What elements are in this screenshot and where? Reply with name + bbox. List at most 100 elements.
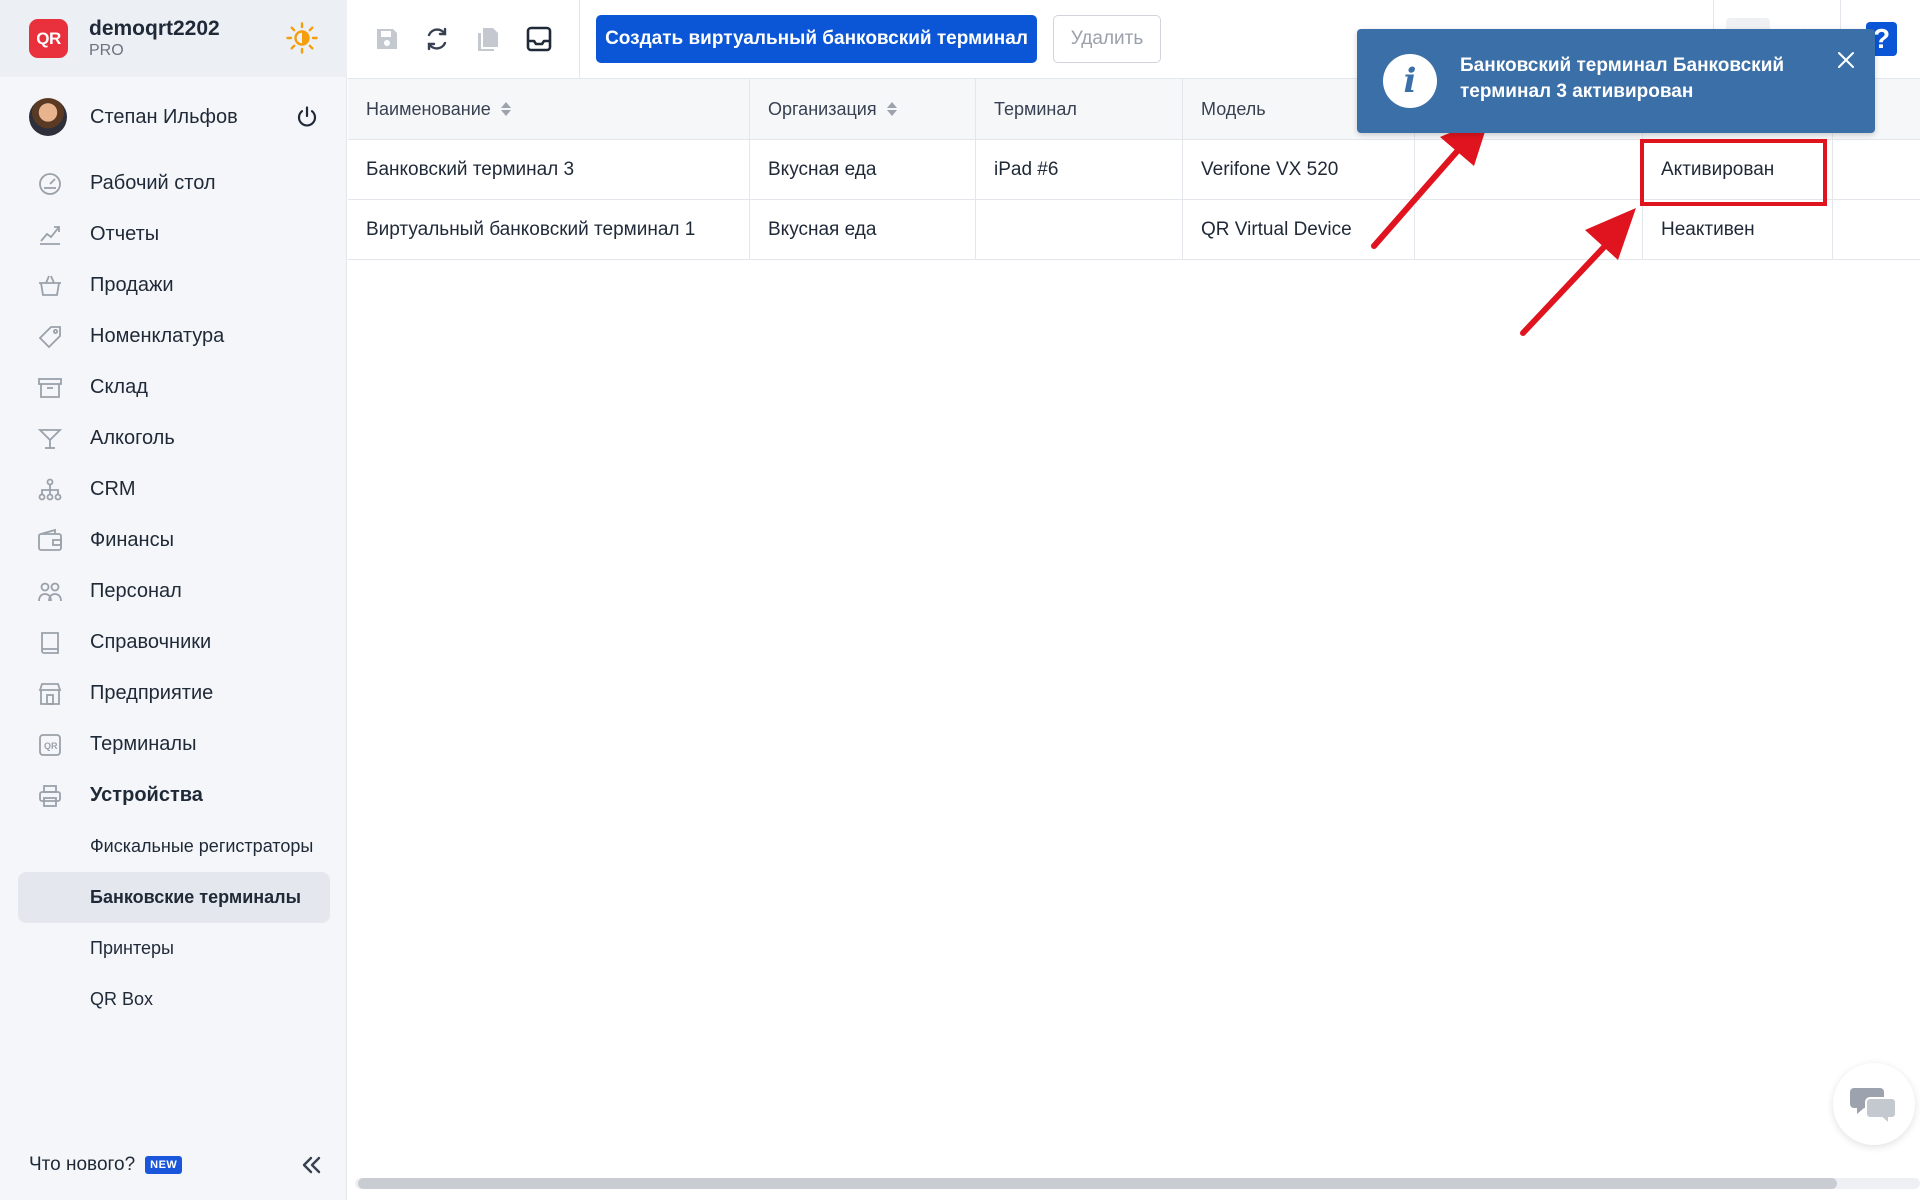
power-icon[interactable] [295, 105, 319, 129]
inbox-icon[interactable] [524, 24, 554, 54]
basket-icon [36, 272, 64, 300]
sidebar-item-label: CRM [90, 478, 136, 500]
account-name: demoqrt2202 [89, 16, 220, 40]
table-row[interactable]: Банковский терминал 3 Вкусная еда iPad #… [348, 140, 1920, 200]
save-icon[interactable] [372, 24, 402, 54]
whats-new-link[interactable]: Что нового? [29, 1154, 135, 1176]
printer-icon [36, 782, 64, 810]
qr-terminal-icon: QR [36, 731, 64, 759]
app-root: QR demoqrt2202 PRO Степан Ильфов Рабочий… [0, 0, 1920, 1200]
cell-name: Банковский терминал 3 [348, 140, 750, 199]
wallet-icon [36, 527, 64, 555]
sidebar-item-staff[interactable]: Персонал [18, 566, 330, 617]
user-name: Степан Ильфов [90, 105, 238, 128]
sidebar-item-label: Справочники [90, 631, 212, 653]
svg-text:QR: QR [44, 741, 58, 751]
table-row[interactable]: Виртуальный банковский терминал 1 Вкусна… [348, 200, 1920, 260]
sidebar-item-label: Продажи [90, 274, 174, 296]
create-virtual-terminal-button[interactable]: Создать виртуальный банковский терминал [596, 15, 1037, 63]
cell-name: Виртуальный банковский терминал 1 [348, 200, 750, 259]
app-logo[interactable]: QR [29, 19, 68, 58]
sidebar-item-enterprise[interactable]: Предприятие [18, 668, 330, 719]
people-icon [36, 578, 64, 606]
logo-text: QR [36, 28, 61, 48]
reports-icon [36, 221, 64, 249]
sidebar-subitem-label: QR Box [90, 989, 154, 1009]
sidebar-subitem-label: Банковские терминалы [90, 887, 301, 907]
refresh-icon[interactable] [422, 24, 452, 54]
hierarchy-icon [36, 476, 64, 504]
sidebar-subitem-label: Фискальные регистраторы [90, 836, 314, 856]
cell-empty [1833, 200, 1920, 259]
notification-toast: i Банковский терминал Банковский термина… [1357, 29, 1875, 133]
column-header-label: Организация [768, 98, 877, 119]
close-icon[interactable] [1835, 49, 1857, 71]
archive-icon [36, 374, 64, 402]
sidebar-item-label: Рабочий стол [90, 172, 216, 194]
cell-empty [1415, 140, 1643, 199]
column-header-terminal[interactable]: Терминал [976, 79, 1183, 139]
cocktail-icon [36, 425, 64, 453]
cell-empty [1415, 200, 1643, 259]
sidebar-item-devices[interactable]: Устройства [18, 770, 330, 821]
notification-text: Банковский терминал Банковский терминал … [1460, 55, 1785, 102]
sidebar-subitem-printers[interactable]: Принтеры [18, 923, 330, 974]
sidebar-subitem-label: Принтеры [90, 938, 174, 958]
toolbar-divider [579, 0, 580, 79]
column-header-label: Терминал [994, 98, 1077, 119]
scrollbar-thumb[interactable] [358, 1178, 1837, 1189]
avatar[interactable] [29, 98, 67, 136]
sidebar-item-alcohol[interactable]: Алкоголь [18, 413, 330, 464]
sun-icon[interactable] [286, 22, 318, 54]
sidebar: QR demoqrt2202 PRO Степан Ильфов Рабочий… [0, 0, 347, 1200]
column-header-label: Наименование [366, 98, 491, 119]
sort-icon[interactable] [886, 101, 897, 117]
sidebar-item-crm[interactable]: CRM [18, 464, 330, 515]
sidebar-item-directories[interactable]: Справочники [18, 617, 330, 668]
sidebar-item-label: Номенклатура [90, 325, 225, 347]
sidebar-item-warehouse[interactable]: Склад [18, 362, 330, 413]
sidebar-item-label: Склад [90, 376, 148, 398]
cell-organization: Вкусная еда [750, 200, 976, 259]
sidebar-item-label: Алкоголь [90, 427, 175, 449]
sidebar-item-terminals[interactable]: QR Терминалы [18, 719, 330, 770]
column-header-label: Модель [1201, 98, 1266, 119]
cell-empty [1833, 140, 1920, 199]
horizontal-scrollbar[interactable] [355, 1178, 1920, 1189]
sidebar-subitem-fiscal-registers[interactable]: Фискальные регистраторы [18, 821, 330, 872]
cell-model: QR Virtual Device [1183, 200, 1415, 259]
sidebar-item-finance[interactable]: Финансы [18, 515, 330, 566]
sort-icon[interactable] [500, 101, 511, 117]
cell-model: Verifone VX 520 [1183, 140, 1415, 199]
copy-icon[interactable] [473, 24, 503, 54]
sidebar-item-sales[interactable]: Продажи [18, 260, 330, 311]
delete-button[interactable]: Удалить [1053, 15, 1161, 63]
cell-terminal: iPad #6 [976, 140, 1183, 199]
account-plan: PRO [89, 41, 124, 59]
sidebar-item-label: Устройства [90, 784, 203, 806]
double-chevron-left-icon[interactable] [299, 1153, 323, 1177]
new-badge: NEW [145, 1156, 183, 1174]
cell-status: Активирован [1643, 140, 1833, 199]
sidebar-item-nomenclature[interactable]: Номенклатура [18, 311, 330, 362]
sidebar-menu: Рабочий стол Отчеты Продажи Номенклатура [18, 158, 330, 1025]
column-header-organization[interactable]: Организация [750, 79, 976, 139]
sidebar-footer: Что нового? NEW [29, 1150, 329, 1180]
sidebar-item-reports[interactable]: Отчеты [18, 209, 330, 260]
sidebar-item-label: Терминалы [90, 733, 197, 755]
column-header-name[interactable]: Наименование [348, 79, 750, 139]
sidebar-item-label: Предприятие [90, 682, 214, 704]
tag-icon [36, 323, 64, 351]
sidebar-item-label: Персонал [90, 580, 182, 602]
account-info[interactable]: demoqrt2202 PRO [89, 17, 220, 61]
user-profile[interactable]: Степан Ильфов [29, 98, 329, 136]
cell-terminal [976, 200, 1183, 259]
sidebar-subitem-qr-box[interactable]: QR Box [18, 974, 330, 1025]
book-icon [36, 629, 64, 657]
sidebar-item-dashboard[interactable]: Рабочий стол [18, 158, 330, 209]
chat-icon[interactable] [1833, 1063, 1915, 1145]
store-icon [36, 680, 64, 708]
cell-status: Неактивен [1643, 200, 1833, 259]
sidebar-item-label: Отчеты [90, 223, 160, 245]
sidebar-subitem-bank-terminals[interactable]: Банковские терминалы [18, 872, 330, 923]
